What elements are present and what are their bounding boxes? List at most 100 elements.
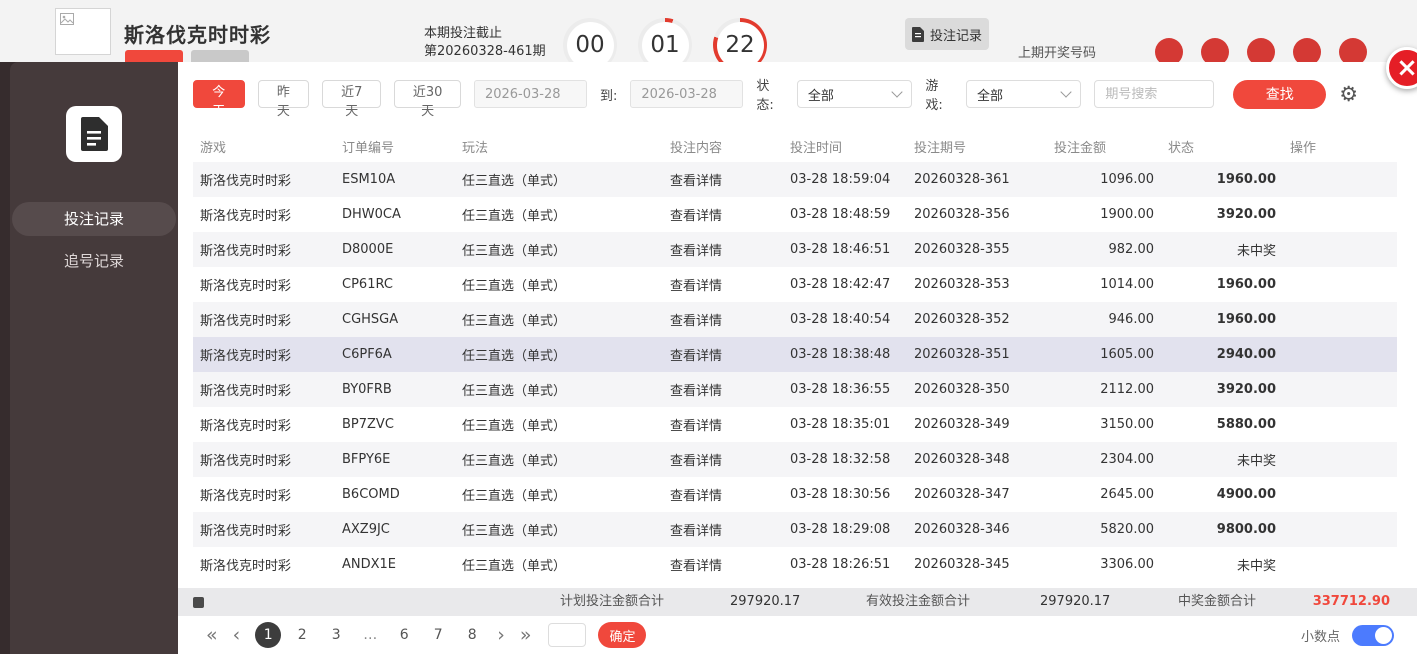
table-row[interactable]: 斯洛伐克时时彩ANDX1E任三直选（单式）查看详情03-28 18:26:512… [193, 547, 1397, 582]
confirm-button[interactable]: 确定 [598, 622, 646, 648]
table-row[interactable]: 斯洛伐克时时彩BFPY6E任三直选（单式）查看详情03-28 18:32:582… [193, 442, 1397, 477]
table-row[interactable]: 斯洛伐克时时彩AXZ9JC任三直选（单式）查看详情03-28 18:29:082… [193, 512, 1397, 547]
decimal-toggle[interactable] [1352, 625, 1394, 646]
table-row[interactable]: 斯洛伐克时时彩CGHSGA任三直选（单式）查看详情03-28 18:40:542… [193, 302, 1397, 337]
period-cell: 20260328-356 [907, 197, 1047, 232]
status-select[interactable]: 全部 [797, 80, 912, 108]
order-cell[interactable]: CGHSGA [335, 302, 455, 337]
order-cell[interactable]: ESM10A [335, 162, 455, 197]
order-cell[interactable]: AXZ9JC [335, 512, 455, 547]
page-button-1[interactable]: 1 [255, 622, 281, 648]
op-cell [1283, 197, 1397, 232]
page-button-8[interactable]: 8 [459, 622, 485, 648]
op-cell [1283, 547, 1397, 582]
op-cell [1283, 232, 1397, 267]
bet-records-button[interactable]: 投注记录 [905, 18, 989, 50]
content-cell[interactable]: 查看详情 [663, 512, 783, 547]
table-row[interactable]: 斯洛伐克时时彩ESM10A任三直选（单式）查看详情03-28 18:59:042… [193, 162, 1397, 197]
last-page-button[interactable]: » [520, 626, 532, 645]
status-cell: 5880.00 [1161, 407, 1283, 442]
amount-cell: 2304.00 [1047, 442, 1161, 477]
quick-filter-button[interactable]: 近30天 [394, 80, 461, 108]
play-cell: 任三直选（单式） [455, 547, 663, 582]
period-search-input[interactable] [1094, 80, 1214, 108]
sidebar-menu: 投注记录追号记录 [10, 202, 178, 286]
date-to-input[interactable] [630, 80, 743, 108]
page-jump-input[interactable] [548, 623, 586, 647]
order-cell[interactable]: DHW0CA [335, 197, 455, 232]
content-cell[interactable]: 查看详情 [663, 267, 783, 302]
content-cell[interactable]: 查看详情 [663, 232, 783, 267]
content-cell[interactable]: 查看详情 [663, 372, 783, 407]
order-cell[interactable]: CP61RC [335, 267, 455, 302]
op-cell [1283, 512, 1397, 547]
time-cell: 03-28 18:48:59 [783, 197, 907, 232]
order-cell[interactable]: C6PF6A [335, 337, 455, 372]
period-cell: 20260328-361 [907, 162, 1047, 197]
amount-cell: 3150.00 [1047, 407, 1161, 442]
table-row[interactable]: 斯洛伐克时时彩D8000E任三直选（单式）查看详情03-28 18:46:512… [193, 232, 1397, 267]
period-cell: 20260328-349 [907, 407, 1047, 442]
order-cell[interactable]: B6COMD [335, 477, 455, 512]
next-page-button[interactable]: › [497, 626, 505, 645]
game-select[interactable]: 全部 [966, 80, 1081, 108]
order-cell[interactable]: BFPY6E [335, 442, 455, 477]
broken-image-icon [60, 13, 74, 25]
sidebar-item-投注记录[interactable]: 投注记录 [12, 202, 176, 236]
planned-total-value: 297920.17 [730, 588, 800, 616]
content-cell[interactable]: 查看详情 [663, 197, 783, 232]
col-header: 投注期号 [907, 130, 1047, 162]
to-label: 到: [600, 85, 617, 104]
table-row[interactable]: 斯洛伐克时时彩B6COMD任三直选（单式）查看详情03-28 18:30:562… [193, 477, 1397, 512]
page-button-2[interactable]: 2 [289, 622, 315, 648]
period-cell: 20260328-347 [907, 477, 1047, 512]
status-cell: 2940.00 [1161, 337, 1283, 372]
op-cell [1283, 442, 1397, 477]
table-row[interactable]: 斯洛伐克时时彩CP61RC任三直选（单式）查看详情03-28 18:42:472… [193, 267, 1397, 302]
date-from-input[interactable] [474, 80, 587, 108]
game-cell: 斯洛伐克时时彩 [193, 547, 335, 582]
game-label: 游戏: [925, 75, 953, 113]
quick-filter-button[interactable]: 近7天 [322, 80, 381, 108]
time-cell: 03-28 18:26:51 [783, 547, 907, 582]
order-cell[interactable]: ANDX1E [335, 547, 455, 582]
op-cell [1283, 302, 1397, 337]
win-total-value: 337712.90 [1313, 588, 1390, 616]
order-cell[interactable]: BP7ZVC [335, 407, 455, 442]
page-button-6[interactable]: 6 [391, 622, 417, 648]
table-row[interactable]: 斯洛伐克时时彩BP7ZVC任三直选（单式）查看详情03-28 18:35:012… [193, 407, 1397, 442]
order-cell[interactable]: D8000E [335, 232, 455, 267]
table-row[interactable]: 斯洛伐克时时彩BY0FRB任三直选（单式）查看详情03-28 18:36:552… [193, 372, 1397, 407]
quick-filter-button[interactable]: 昨天 [258, 80, 310, 108]
content-cell[interactable]: 查看详情 [663, 477, 783, 512]
period-cell: 20260328-348 [907, 442, 1047, 477]
play-cell: 任三直选（单式） [455, 372, 663, 407]
game-cell: 斯洛伐克时时彩 [193, 197, 335, 232]
status-label: 状态: [756, 75, 784, 113]
op-cell [1283, 477, 1397, 512]
page-button-3[interactable]: 3 [323, 622, 349, 648]
content-cell[interactable]: 查看详情 [663, 407, 783, 442]
prev-page-button[interactable]: ‹ [233, 626, 241, 645]
play-cell: 任三直选（单式） [455, 232, 663, 267]
col-header: 投注金额 [1047, 130, 1161, 162]
screen: 斯洛伐克时时彩 本期投注截止 第20260328-461期 000122 投注记… [0, 0, 1417, 654]
table-row[interactable]: 斯洛伐克时时彩C6PF6A任三直选（单式）查看详情03-28 18:38:482… [193, 337, 1397, 372]
deadline-info: 本期投注截止 第20260328-461期 [424, 25, 546, 61]
order-cell[interactable]: BY0FRB [335, 372, 455, 407]
content-cell[interactable]: 查看详情 [663, 547, 783, 582]
first-page-button[interactable]: « [206, 626, 218, 645]
search-button[interactable]: 查找 [1233, 80, 1326, 109]
page-button-7[interactable]: 7 [425, 622, 451, 648]
table-row[interactable]: 斯洛伐克时时彩DHW0CA任三直选（单式）查看详情03-28 18:48:592… [193, 197, 1397, 232]
col-header: 投注内容 [663, 130, 783, 162]
content-cell[interactable]: 查看详情 [663, 302, 783, 337]
settings-gear-icon[interactable]: ⚙ [1339, 84, 1358, 105]
content-cell[interactable]: 查看详情 [663, 442, 783, 477]
amount-cell: 1900.00 [1047, 197, 1161, 232]
sidebar-item-追号记录[interactable]: 追号记录 [12, 244, 176, 278]
quick-filter-button[interactable]: 今天 [193, 80, 245, 108]
decimal-toggle-group: 小数点 [1301, 625, 1394, 646]
content-cell[interactable]: 查看详情 [663, 162, 783, 197]
content-cell[interactable]: 查看详情 [663, 337, 783, 372]
